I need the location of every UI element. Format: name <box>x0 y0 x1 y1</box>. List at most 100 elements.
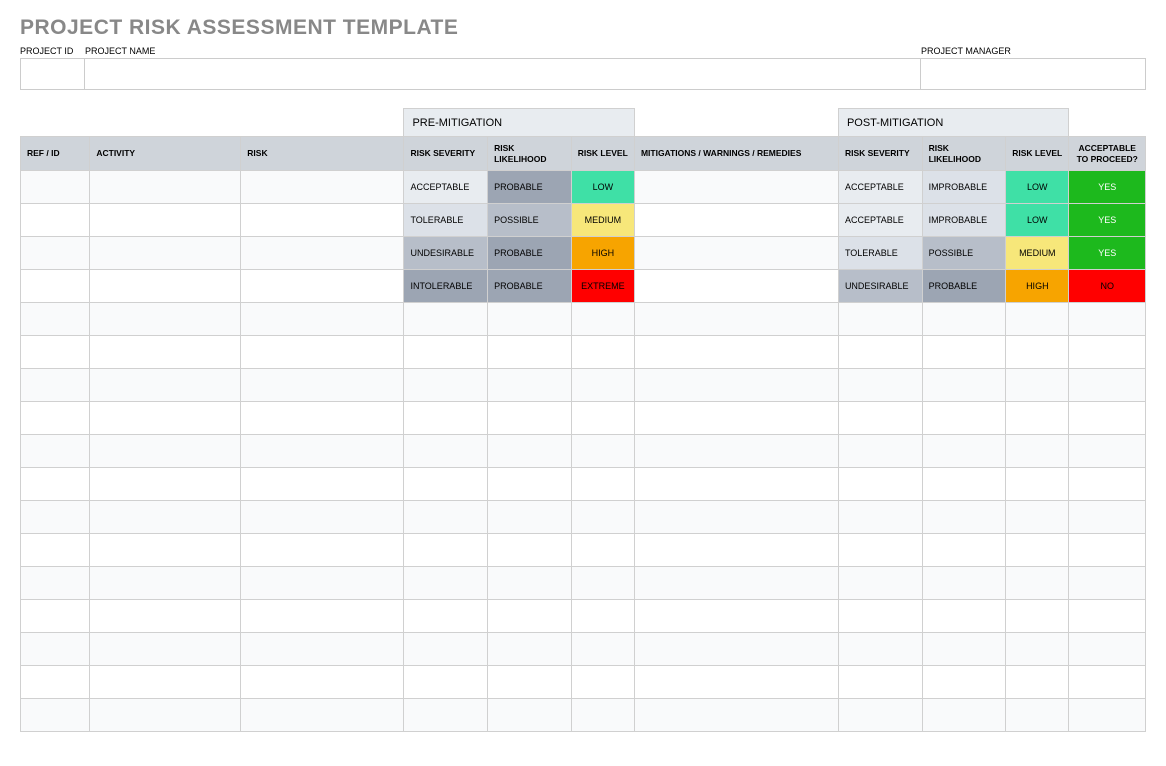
cell-risk[interactable] <box>241 501 404 534</box>
cell-pre-level[interactable]: MEDIUM <box>571 204 634 237</box>
cell-proceed[interactable] <box>1069 501 1146 534</box>
cell-pre-likelihood[interactable] <box>488 402 572 435</box>
cell-ref[interactable] <box>21 567 90 600</box>
cell-pre-likelihood[interactable] <box>488 567 572 600</box>
cell-risk[interactable] <box>241 303 404 336</box>
cell-activity[interactable] <box>90 600 241 633</box>
cell-post-likelihood[interactable] <box>922 699 1006 732</box>
cell-ref[interactable] <box>21 336 90 369</box>
cell-post-severity[interactable] <box>838 468 922 501</box>
cell-activity[interactable] <box>90 303 241 336</box>
cell-ref[interactable] <box>21 270 90 303</box>
cell-post-level[interactable] <box>1006 501 1069 534</box>
cell-activity[interactable] <box>90 633 241 666</box>
cell-risk[interactable] <box>241 666 404 699</box>
cell-post-level[interactable] <box>1006 600 1069 633</box>
cell-proceed[interactable] <box>1069 303 1146 336</box>
cell-mitigations[interactable] <box>634 468 838 501</box>
cell-pre-level[interactable] <box>571 435 634 468</box>
cell-pre-level[interactable] <box>571 567 634 600</box>
cell-pre-severity[interactable] <box>404 633 488 666</box>
cell-pre-severity[interactable] <box>404 699 488 732</box>
cell-mitigations[interactable] <box>634 567 838 600</box>
cell-post-likelihood[interactable] <box>922 666 1006 699</box>
cell-post-level[interactable]: MEDIUM <box>1006 237 1069 270</box>
cell-ref[interactable] <box>21 468 90 501</box>
cell-pre-severity[interactable] <box>404 336 488 369</box>
cell-post-level[interactable]: LOW <box>1006 171 1069 204</box>
cell-pre-level[interactable] <box>571 468 634 501</box>
cell-pre-level[interactable] <box>571 501 634 534</box>
cell-proceed[interactable] <box>1069 369 1146 402</box>
cell-mitigations[interactable] <box>634 501 838 534</box>
cell-activity[interactable] <box>90 501 241 534</box>
cell-pre-level[interactable] <box>571 336 634 369</box>
project-name-input[interactable] <box>85 58 921 90</box>
project-id-input[interactable] <box>20 58 85 90</box>
cell-pre-likelihood[interactable] <box>488 435 572 468</box>
cell-post-severity[interactable] <box>838 369 922 402</box>
cell-proceed[interactable]: YES <box>1069 237 1146 270</box>
cell-pre-level[interactable] <box>571 666 634 699</box>
cell-ref[interactable] <box>21 402 90 435</box>
cell-pre-level[interactable] <box>571 633 634 666</box>
cell-proceed[interactable] <box>1069 633 1146 666</box>
cell-activity[interactable] <box>90 369 241 402</box>
cell-post-severity[interactable] <box>838 699 922 732</box>
cell-ref[interactable] <box>21 699 90 732</box>
cell-activity[interactable] <box>90 237 241 270</box>
cell-pre-likelihood[interactable] <box>488 666 572 699</box>
cell-post-likelihood[interactable]: IMPROBABLE <box>922 171 1006 204</box>
cell-risk[interactable] <box>241 369 404 402</box>
cell-post-level[interactable] <box>1006 435 1069 468</box>
cell-activity[interactable] <box>90 171 241 204</box>
cell-post-likelihood[interactable] <box>922 435 1006 468</box>
cell-activity[interactable] <box>90 699 241 732</box>
cell-proceed[interactable] <box>1069 435 1146 468</box>
cell-ref[interactable] <box>21 600 90 633</box>
cell-proceed[interactable] <box>1069 600 1146 633</box>
cell-post-severity[interactable] <box>838 567 922 600</box>
cell-pre-likelihood[interactable]: POSSIBLE <box>488 204 572 237</box>
cell-ref[interactable] <box>21 435 90 468</box>
cell-risk[interactable] <box>241 204 404 237</box>
cell-post-level[interactable] <box>1006 369 1069 402</box>
cell-mitigations[interactable] <box>634 402 838 435</box>
cell-proceed[interactable] <box>1069 468 1146 501</box>
cell-pre-likelihood[interactable]: PROBABLE <box>488 237 572 270</box>
cell-mitigations[interactable] <box>634 237 838 270</box>
cell-ref[interactable] <box>21 171 90 204</box>
cell-pre-likelihood[interactable] <box>488 336 572 369</box>
cell-pre-likelihood[interactable] <box>488 699 572 732</box>
cell-pre-level[interactable] <box>571 369 634 402</box>
cell-proceed[interactable] <box>1069 699 1146 732</box>
cell-post-level[interactable] <box>1006 303 1069 336</box>
cell-risk[interactable] <box>241 171 404 204</box>
cell-proceed[interactable] <box>1069 402 1146 435</box>
cell-pre-level[interactable]: LOW <box>571 171 634 204</box>
cell-pre-level[interactable]: HIGH <box>571 237 634 270</box>
cell-post-level[interactable] <box>1006 402 1069 435</box>
cell-post-severity[interactable] <box>838 435 922 468</box>
cell-pre-likelihood[interactable] <box>488 633 572 666</box>
cell-mitigations[interactable] <box>634 666 838 699</box>
cell-activity[interactable] <box>90 534 241 567</box>
cell-post-severity[interactable]: UNDESIRABLE <box>838 270 922 303</box>
cell-pre-severity[interactable]: ACCEPTABLE <box>404 171 488 204</box>
cell-mitigations[interactable] <box>634 435 838 468</box>
cell-post-severity[interactable] <box>838 600 922 633</box>
cell-pre-severity[interactable] <box>404 402 488 435</box>
cell-pre-level[interactable] <box>571 600 634 633</box>
cell-pre-likelihood[interactable] <box>488 303 572 336</box>
cell-post-likelihood[interactable] <box>922 303 1006 336</box>
cell-post-likelihood[interactable] <box>922 534 1006 567</box>
cell-pre-severity[interactable] <box>404 435 488 468</box>
cell-post-likelihood[interactable] <box>922 567 1006 600</box>
cell-post-severity[interactable]: TOLERABLE <box>838 237 922 270</box>
project-manager-input[interactable] <box>921 58 1146 90</box>
cell-proceed[interactable] <box>1069 336 1146 369</box>
cell-pre-likelihood[interactable] <box>488 369 572 402</box>
cell-pre-severity[interactable]: UNDESIRABLE <box>404 237 488 270</box>
cell-risk[interactable] <box>241 468 404 501</box>
cell-post-level[interactable] <box>1006 699 1069 732</box>
